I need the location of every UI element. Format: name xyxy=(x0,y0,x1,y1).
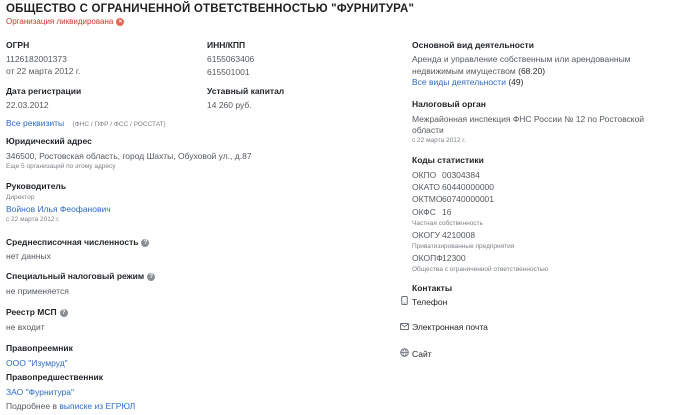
globe-icon xyxy=(399,348,409,359)
tax-authority-line2: области xyxy=(412,125,444,135)
activity-code: (68.20) xyxy=(518,66,546,76)
predecessor-link[interactable]: ЗАО "Фурнитура" xyxy=(6,387,74,397)
all-activities-count: (49) xyxy=(508,77,524,87)
activity-line2: недвижимым имуществом (68.20) xyxy=(412,66,545,76)
msp-label: Реестр МСП xyxy=(6,307,57,317)
activity-label: Основной вид деятельности xyxy=(412,40,534,50)
contact-email-label: Электронная почта xyxy=(412,322,488,332)
tax-authority-line1: Межрайонная инспекция ФНС России № 12 по… xyxy=(412,114,645,124)
question-circle-icon[interactable]: ? xyxy=(59,308,68,317)
okopf-value: 12300 xyxy=(442,253,466,263)
contacts-label: Контакты xyxy=(412,283,453,293)
inn-value: 6155063406 xyxy=(207,54,255,64)
okogu-key: ОКОГУ xyxy=(412,230,441,240)
msp-heading: Реестр МСП? xyxy=(6,307,68,317)
all-requisites-link[interactable]: Все реквизиты xyxy=(6,118,64,128)
question-circle-icon[interactable]: ? xyxy=(141,238,150,247)
contact-email[interactable]: Электронная почта xyxy=(399,322,488,332)
capital-value: 14 260 руб. xyxy=(207,100,252,110)
okfs-key: ОКФС xyxy=(412,207,436,217)
capital-label: Уставный капитал xyxy=(207,86,285,96)
activity-text: недвижимым имуществом xyxy=(412,66,516,76)
okato-value: 60440000000 xyxy=(442,182,495,192)
tax-regime-label: Специальный налоговый режим xyxy=(6,271,145,281)
activity-line1: Аренда и управление собственным или арен… xyxy=(412,54,631,64)
predecessor-label: Правопредшественник xyxy=(6,372,103,382)
status-liquidated: Организация ликвидирована × xyxy=(6,17,125,26)
all-activities-link[interactable]: Все виды деятельности xyxy=(412,77,506,87)
all-requisites: Все реквизиты (ФНС / ПФР / ФСС / РОССТАТ… xyxy=(6,113,166,131)
okpo-value: 00304384 xyxy=(442,170,480,180)
address-value: 346500, Ростовская область, город Шахты,… xyxy=(6,151,252,161)
inn-kpp-label: ИНН/КПП xyxy=(207,40,246,50)
address-note[interactable]: Еще 5 организаций по этому адресу xyxy=(6,163,116,170)
address-label: Юридический адрес xyxy=(6,136,92,146)
contact-phone-label: Телефон xyxy=(412,297,448,307)
msp-value: не входит xyxy=(6,322,45,332)
director-role: Директор xyxy=(6,194,35,201)
director-name-link[interactable]: Войнов Илья Феофанович xyxy=(6,204,111,214)
okfs-value: 16 xyxy=(442,207,452,217)
headcount-heading: Среднесписочная численность? xyxy=(6,237,150,247)
tax-regime-heading: Специальный налоговый режим? xyxy=(6,271,156,281)
tax-regime-value: не применяется xyxy=(6,286,69,296)
contact-phone[interactable]: Телефон xyxy=(399,296,447,307)
kpp-value: 615501001 xyxy=(207,67,250,77)
okogu-note: Приватизированные предприятия xyxy=(412,243,515,250)
headcount-value: нет данных xyxy=(6,251,51,261)
company-title: ОБЩЕСТВО С ОГРАНИЧЕННОЙ ОТВЕТСТВЕННОСТЬЮ… xyxy=(6,3,415,15)
registration-value: 22.03.2012 xyxy=(6,100,49,110)
more-info-prefix: Подробнее в xyxy=(6,401,57,411)
okato-key: ОКАТО xyxy=(412,182,440,192)
ogrn-label: ОГРН xyxy=(6,40,30,50)
tax-authority-date: с 22 марта 2012 г. xyxy=(412,137,466,144)
phone-icon xyxy=(399,296,409,307)
okopf-note: Общества с ограниченной ответственностью xyxy=(412,266,549,273)
envelope-icon xyxy=(399,322,409,332)
oktmo-key: ОКТМО xyxy=(412,194,443,204)
tax-authority-label: Налоговый орган xyxy=(412,99,486,109)
egrul-extract-link[interactable]: выписке из ЕГРЮЛ xyxy=(59,401,135,411)
okpo-row: ОКПО 00304384 xyxy=(412,170,480,180)
okopf-key: ОКОПФ xyxy=(412,253,443,263)
all-activities: Все виды деятельности (49) xyxy=(412,77,523,87)
contact-site-label: Сайт xyxy=(412,349,432,359)
okpo-key: ОКПО xyxy=(412,170,437,180)
status-text: Организация ликвидирована xyxy=(6,17,114,26)
director-date: с 22 марта 2012 г. xyxy=(6,216,60,223)
okopf-row: ОКОПФ12300 xyxy=(412,253,466,263)
headcount-label: Среднесписочная численность xyxy=(6,237,139,247)
ogrn-value: 1126182001373 xyxy=(6,54,67,64)
successor-link[interactable]: ООО "Изумруд" xyxy=(6,358,68,368)
contact-site[interactable]: Сайт xyxy=(399,348,432,359)
okogu-value: 4210008 xyxy=(442,230,476,240)
oktmo-row: ОКТМО60740000001 xyxy=(412,194,494,204)
oktmo-value: 60740000001 xyxy=(442,194,495,204)
more-info: Подробнее в выписке из ЕГРЮЛ xyxy=(6,401,135,411)
successor-label: Правопреемник xyxy=(6,343,73,353)
director-label: Руководитель xyxy=(6,181,67,191)
requisites-sources: (ФНС / ПФР / ФСС / РОССТАТ) xyxy=(72,121,166,128)
ogrn-date: от 22 марта 2012 г. xyxy=(6,66,81,76)
okfs-row: ОКФС 16 xyxy=(412,207,451,217)
registration-label: Дата регистрации xyxy=(6,86,82,96)
stat-codes-label: Коды статистики xyxy=(412,155,484,165)
close-circle-icon: × xyxy=(116,17,125,26)
okogu-row: ОКОГУ 4210008 xyxy=(412,230,475,240)
question-circle-icon[interactable]: ? xyxy=(147,272,156,281)
okfs-note: Частная собственность xyxy=(412,220,483,227)
okato-row: ОКАТО 60440000000 xyxy=(412,182,494,192)
